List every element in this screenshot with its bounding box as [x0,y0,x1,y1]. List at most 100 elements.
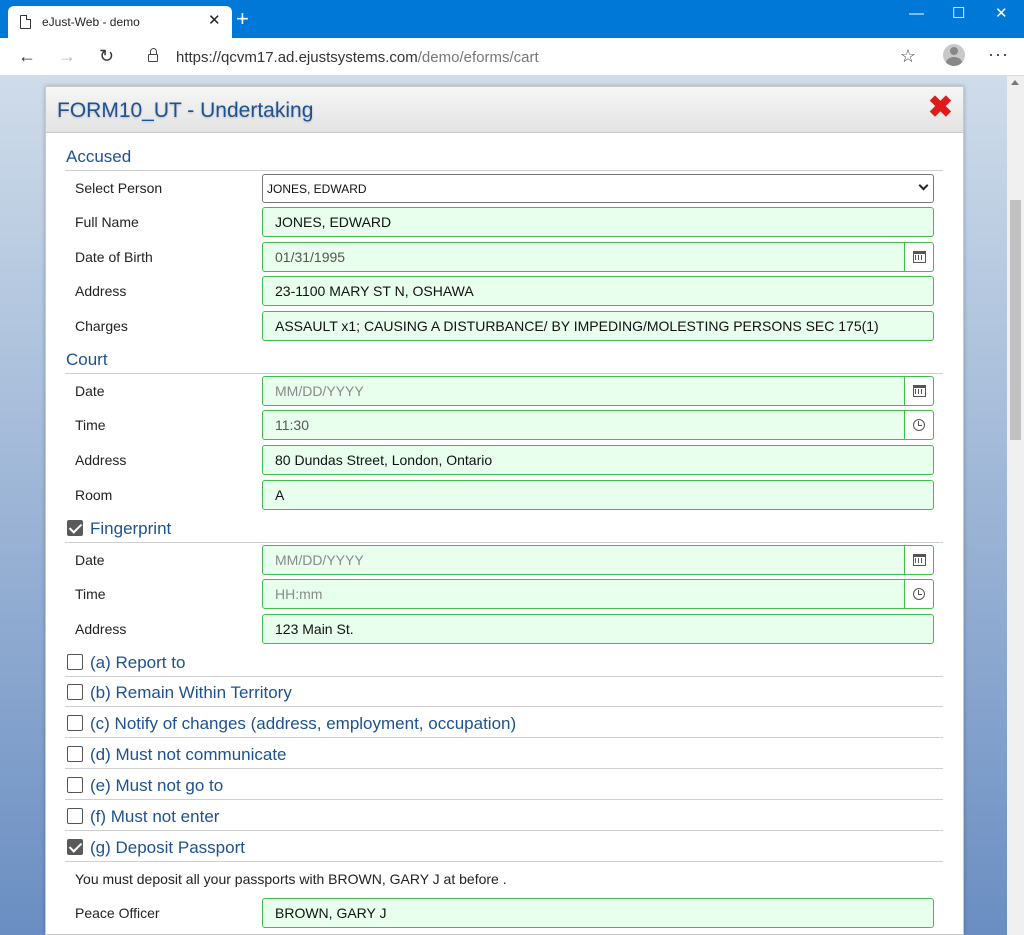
fingerprint-time-label: Time [75,586,106,602]
must-not-communicate-checkbox[interactable] [67,746,83,762]
more-menu-icon[interactable]: ··· [988,44,1009,65]
fingerprint-address-label: Address [75,621,127,637]
condition-label: (a) Report to [90,653,186,672]
favorite-star-icon[interactable]: ☆ [900,46,916,67]
form-title: FORM10_UT - Undertaking [57,99,314,122]
refresh-button[interactable]: ↻ [99,46,114,66]
page-scrollbar[interactable] [1007,76,1024,935]
fingerprint-checkbox[interactable] [67,520,83,536]
form-header: FORM10_UT - Undertaking ✖ [46,87,963,133]
court-address-value: 80 Dundas Street, London, Ontario [275,452,493,468]
calendar-icon [913,385,926,397]
new-tab-button[interactable]: + [236,8,249,30]
dob-value: 01/31/1995 [275,249,346,265]
lock-icon [148,48,158,62]
must-not-go-to-checkbox[interactable] [67,777,83,793]
condition-label: (d) Must not communicate [90,745,287,764]
section-accused: Accused [65,147,943,171]
fingerprint-address-field[interactable]: 123 Main St. [262,614,934,644]
accused-address-label: Address [75,283,127,299]
fingerprint-date-label: Date [75,552,105,568]
condition-remain-within-territory[interactable]: (b) Remain Within Territory [65,683,943,707]
condition-deposit-passport[interactable]: (g) Deposit Passport [65,838,943,862]
court-date-placeholder: MM/DD/YYYY [275,383,364,399]
select-person-value: JONES, EDWARD [267,182,367,196]
deposit-passport-checkbox[interactable] [67,839,83,855]
court-address-label: Address [75,452,127,468]
browser-tab[interactable]: eJust-Web - demo ✕ [8,6,232,38]
condition-notify-changes[interactable]: (c) Notify of changes (address, employme… [65,714,943,738]
close-window-button[interactable]: ✕ [995,4,1008,24]
select-person-dropdown[interactable]: JONES, EDWARD [262,174,934,203]
condition-must-not-enter[interactable]: (f) Must not enter [65,807,943,831]
close-form-icon[interactable]: ✖ [928,93,953,123]
fingerprint-date-calendar-button[interactable] [904,546,933,574]
url-host: https://qcvm17.ad.ejustsystems.com [176,49,418,66]
condition-label: (f) Must not enter [90,807,220,826]
section-title: Fingerprint [90,519,172,538]
calendar-icon [913,554,926,566]
peace-officer-label: Peace Officer [75,905,160,921]
passport-notice: You must deposit all your passports with… [75,871,507,887]
tab-title: eJust-Web - demo [42,15,140,29]
court-address-field[interactable]: 80 Dundas Street, London, Ontario [262,445,934,475]
browser-titlebar: eJust-Web - demo ✕ + — ☐ ✕ [0,0,1024,38]
court-time-label: Time [75,417,106,433]
scrollbar-thumb[interactable] [1010,200,1021,440]
scroll-up-arrow-icon[interactable] [1011,80,1019,85]
forward-button[interactable]: → [58,46,76,66]
dob-label: Date of Birth [75,249,153,265]
fingerprint-time-field[interactable]: HH:mm [262,579,934,609]
fingerprint-date-field[interactable]: MM/DD/YYYY [262,545,934,575]
report-to-checkbox[interactable] [67,654,83,670]
browser-toolbar: ← → ↻ https://qcvm17.ad.ejustsystems.com… [0,38,1024,76]
condition-label: (c) Notify of changes (address, employme… [90,714,517,733]
address-bar[interactable]: https://qcvm17.ad.ejustsystems.com/demo/… [138,42,926,72]
condition-report-to[interactable]: (a) Report to [65,653,943,677]
court-time-picker-button[interactable] [904,411,933,439]
select-person-label: Select Person [75,180,163,196]
dob-field[interactable]: 01/31/1995 [262,242,934,272]
calendar-icon [913,251,926,263]
full-name-label: Full Name [75,214,139,230]
peace-officer-field[interactable]: BROWN, GARY J [262,898,934,928]
dob-calendar-button[interactable] [904,243,933,271]
minimize-button[interactable]: — [909,4,924,24]
accused-address-field[interactable]: 23-1100 MARY ST N, OSHAWA [262,276,934,306]
court-date-calendar-button[interactable] [904,377,933,405]
back-button[interactable]: ← [18,46,36,66]
accused-address-value: 23-1100 MARY ST N, OSHAWA [275,283,474,299]
charges-label: Charges [75,318,128,334]
court-room-field[interactable]: A [262,480,934,510]
section-title: Court [66,350,108,369]
tab-close-icon[interactable]: ✕ [208,12,221,30]
url-path: /demo/eforms/cart [417,49,539,66]
court-time-value: 11:30 [275,417,309,433]
condition-must-not-communicate[interactable]: (d) Must not communicate [65,745,943,769]
section-court: Court [65,350,943,374]
clock-icon [913,588,925,600]
maximize-button[interactable]: ☐ [952,4,965,24]
fingerprint-date-placeholder: MM/DD/YYYY [275,552,364,568]
full-name-value: JONES, EDWARD [275,214,392,230]
court-room-label: Room [75,487,113,503]
url-text: https://qcvm17.ad.ejustsystems.com/demo/… [176,49,539,66]
remain-within-territory-checkbox[interactable] [67,684,83,700]
charges-field[interactable]: ASSAULT x1; CAUSING A DISTURBANCE/ BY IM… [262,311,934,341]
court-date-field[interactable]: MM/DD/YYYY [262,376,934,406]
fingerprint-time-placeholder: HH:mm [275,586,323,602]
notify-changes-checkbox[interactable] [67,715,83,731]
court-time-field[interactable]: 11:30 [262,410,934,440]
condition-label: (g) Deposit Passport [90,838,245,857]
peace-officer-value: BROWN, GARY J [275,905,387,921]
fingerprint-time-picker-button[interactable] [904,580,933,608]
profile-avatar-icon[interactable] [943,44,965,66]
court-date-label: Date [75,383,105,399]
must-not-enter-checkbox[interactable] [67,808,83,824]
chevron-down-icon [918,180,929,191]
condition-must-not-go-to[interactable]: (e) Must not go to [65,776,943,800]
court-room-value: A [275,487,285,503]
clock-icon [913,419,925,431]
full-name-field[interactable]: JONES, EDWARD [262,207,934,237]
section-title: Accused [66,147,132,166]
